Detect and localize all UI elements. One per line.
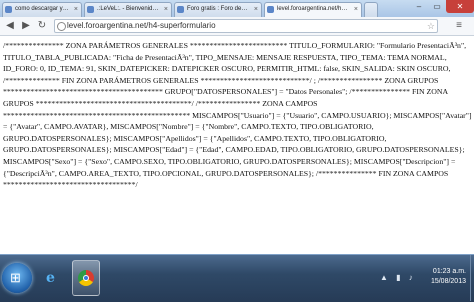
tab-label: .:LeVeL:. - Bienvenido a tu ... — [97, 6, 159, 12]
tab-foro-gratis[interactable]: Foro gratis : Foro de ayud... × — [174, 2, 262, 17]
close-tab-icon[interactable]: × — [254, 3, 258, 16]
taskbar: ⊞ e ▲ ▮ ♪ 01:23 a.m. 15/08/2013 — [0, 254, 474, 302]
taskbar-chrome[interactable] — [72, 260, 100, 296]
tab-label: como descargar y configu... — [15, 6, 69, 12]
favicon-icon — [87, 6, 94, 13]
back-icon[interactable]: ◀ — [3, 19, 17, 33]
url-text: level.foroargentina.net/h4-superformular… — [67, 21, 216, 30]
close-window-icon[interactable]: ✕ — [446, 0, 474, 13]
clock-date: 15/08/2013 — [430, 278, 466, 285]
taskbar-internet-explorer[interactable]: e — [40, 260, 68, 296]
minimize-icon[interactable]: – — [410, 0, 428, 13]
tab-level-h4[interactable]: level.foroargentina.net/h4... × — [264, 2, 362, 17]
code-line: /*************** ZONA PARÁMETROS GENERAL… — [3, 41, 467, 50]
new-tab-button[interactable] — [364, 2, 378, 17]
favicon-icon — [5, 6, 12, 13]
maximize-icon[interactable]: ▭ — [428, 0, 446, 13]
show-desktop-button[interactable] — [470, 255, 474, 301]
internet-explorer-icon: e — [46, 270, 55, 286]
tab-level-bienvenido[interactable]: .:LeVeL:. - Bienvenido a tu ... × — [84, 2, 172, 17]
favicon-icon — [267, 6, 274, 13]
browser-toolbar: ◀ ▶ ↻ level.foroargentina.net/h4-superfo… — [0, 17, 474, 36]
favicon-icon — [177, 6, 184, 13]
close-tab-icon[interactable]: × — [354, 3, 358, 16]
clock-time: 01:23 a.m. — [432, 268, 466, 275]
page-content: /*************** ZONA PARÁMETROS GENERAL… — [0, 36, 474, 254]
window-controls: – ▭ ✕ — [410, 0, 474, 14]
start-button[interactable]: ⊞ — [2, 263, 32, 293]
reload-icon[interactable]: ↻ — [35, 19, 49, 33]
tab-strip: como descargar y configu... × .:LeVeL:. … — [0, 0, 474, 18]
bookmark-star-icon[interactable]: ☆ — [427, 20, 435, 32]
code-text: /*************** ZONA PARÁMETROS GENERAL… — [0, 36, 474, 191]
wrench-icon[interactable]: ≡ — [452, 19, 466, 33]
address-bar[interactable]: level.foroargentina.net/h4-superformular… — [54, 19, 438, 33]
windows-logo-icon: ⊞ — [10, 270, 21, 285]
close-tab-icon[interactable]: × — [74, 3, 78, 16]
tab-label: Foro gratis : Foro de ayud... — [187, 6, 249, 12]
tab-como-descargar[interactable]: como descargar y configu... × — [2, 2, 82, 17]
chrome-icon — [78, 270, 94, 286]
tab-label: level.foroargentina.net/h4... — [277, 6, 349, 12]
tray-icons[interactable]: ▲ ▮ ♪ — [380, 273, 416, 282]
system-tray: ▲ ▮ ♪ 01:23 a.m. 15/08/2013 — [380, 261, 470, 297]
close-tab-icon[interactable]: × — [164, 3, 168, 16]
page-info-icon[interactable] — [57, 22, 66, 31]
clock[interactable]: 01:23 a.m. 15/08/2013 — [431, 267, 466, 287]
forward-icon[interactable]: ▶ — [19, 19, 33, 33]
